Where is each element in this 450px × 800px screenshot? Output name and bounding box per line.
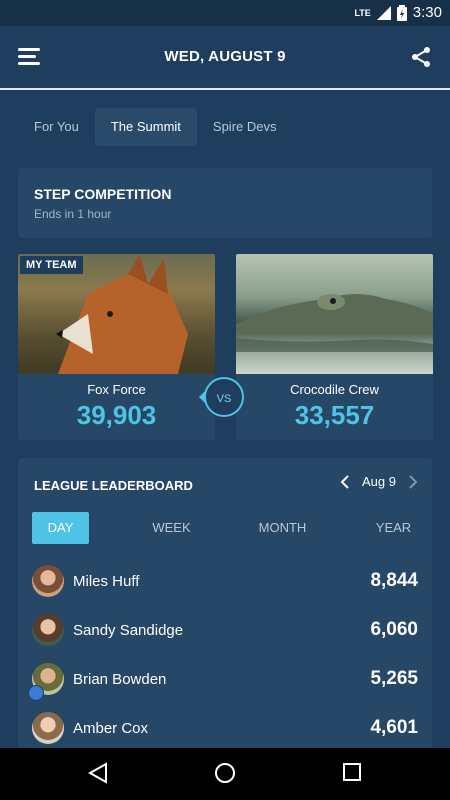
- share-icon[interactable]: [410, 46, 432, 68]
- period-week[interactable]: WEEK: [143, 512, 200, 544]
- leaderboard-row[interactable]: Sandy Sandidge 6,060: [32, 610, 418, 650]
- leaderboard-row[interactable]: Miles Huff 8,844: [32, 561, 418, 601]
- avatar: [32, 614, 64, 646]
- chevron-left-icon[interactable]: [340, 474, 350, 489]
- group-tabs: For You The Summit Spire Devs: [18, 108, 292, 146]
- back-icon[interactable]: [88, 762, 108, 784]
- header-divider: [0, 88, 450, 90]
- app-bar: WED, AUGUST 9: [0, 26, 450, 88]
- leaderboard-date: Aug 9: [362, 474, 396, 489]
- team-name-right: Crocodile Crew: [290, 382, 379, 397]
- status-time: 3:30: [412, 4, 442, 21]
- team-card-fox-force[interactable]: MY TEAM Fox Force 39,903: [18, 254, 215, 440]
- avatar: [32, 565, 64, 597]
- signal-icon: [376, 5, 391, 20]
- my-team-badge: MY TEAM: [20, 256, 83, 274]
- recents-icon[interactable]: [342, 762, 362, 782]
- row-name: Brian Bowden: [73, 670, 167, 688]
- avatar: [28, 663, 64, 701]
- row-value: 5,265: [370, 668, 418, 689]
- tab-for-you[interactable]: For You: [18, 108, 95, 146]
- home-icon[interactable]: [214, 762, 236, 784]
- leaderboard-row[interactable]: Brian Bowden 5,265: [28, 659, 418, 701]
- period-month[interactable]: MONTH: [254, 512, 311, 544]
- row-value: 8,844: [370, 570, 418, 591]
- tab-the-summit[interactable]: The Summit: [94, 108, 197, 146]
- avatar: [32, 712, 64, 744]
- competition-card[interactable]: STEP COMPETITION Ends in 1 hour: [18, 168, 432, 238]
- competition-title: STEP COMPETITION: [34, 186, 172, 202]
- competition-subtitle: Ends in 1 hour: [34, 207, 112, 221]
- team-score-left: 39,903: [76, 400, 157, 430]
- vs-badge: VS: [204, 377, 244, 417]
- team-name-left: Fox Force: [87, 382, 146, 397]
- league-leaderboard-card: LEAGUE LEADERBOARD Aug 9 DAY WEEK MONTH …: [18, 458, 432, 758]
- row-name: Amber Cox: [73, 719, 149, 737]
- system-nav-bar: [0, 748, 450, 800]
- date-navigator: Aug 9: [340, 474, 418, 489]
- row-name: Miles Huff: [73, 572, 140, 590]
- row-value: 6,060: [370, 619, 418, 640]
- tab-spire-devs[interactable]: Spire Devs: [197, 108, 293, 146]
- leaderboard-title: LEAGUE LEADERBOARD: [34, 478, 193, 493]
- period-year[interactable]: YEAR: [365, 512, 422, 544]
- leaderboard-row[interactable]: Amber Cox 4,601: [32, 708, 418, 748]
- team-score-right: 33,557: [294, 400, 375, 430]
- crocodile-photo: [236, 254, 433, 374]
- network-label: LTE: [354, 7, 371, 18]
- chevron-right-icon[interactable]: [408, 474, 418, 489]
- period-day[interactable]: DAY: [32, 512, 89, 544]
- team-card-crocodile-crew[interactable]: Crocodile Crew 33,557: [236, 254, 433, 440]
- row-name: Sandy Sandidge: [73, 621, 184, 639]
- period-selector: DAY WEEK MONTH YEAR: [32, 512, 422, 544]
- achievement-badge-icon: [28, 685, 44, 701]
- row-value: 4,601: [370, 717, 418, 738]
- battery-icon: [396, 4, 407, 21]
- page-title: WED, AUGUST 9: [164, 48, 286, 65]
- status-bar: LTE 3:30: [0, 0, 450, 26]
- fox-photo: MY TEAM: [18, 254, 215, 374]
